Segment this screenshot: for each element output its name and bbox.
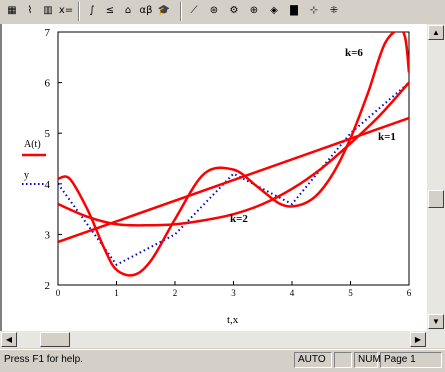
evaluation-toolbar-icon[interactable]: x= [58, 3, 74, 19]
vertical-scrollbar[interactable]: ▲ ▼ [427, 24, 445, 331]
surface-plot-icon[interactable]: ⚙ [226, 3, 242, 19]
curve-label-k2: k=2 [230, 213, 248, 225]
data-points-series [58, 81, 409, 267]
calculus-toolbar-icon[interactable]: ∫ [84, 3, 100, 19]
plot-frame [57, 31, 410, 286]
curve-label-k1: k=1 [378, 131, 396, 143]
x-axis-label: t,x [227, 314, 239, 326]
fit-curve-k2 [58, 81, 409, 227]
contour-plot-icon[interactable]: ⊕ [246, 3, 262, 19]
status-pane-num: NUM [354, 352, 381, 368]
x-tick-label: 6 [407, 288, 412, 298]
legend-label-y: y [24, 170, 29, 181]
y-tick-label: 3 [45, 229, 51, 241]
scroll-down-button[interactable]: ▼ [428, 314, 444, 329]
status-pane-blank [334, 352, 352, 368]
programming-toolbar-icon[interactable]: ⌂ [120, 3, 136, 19]
scroll-up-button[interactable]: ▲ [428, 25, 444, 40]
y-tick-label: 5 [45, 128, 51, 140]
3d-scatter-icon[interactable]: ◈ [266, 3, 282, 19]
status-help-text: Press F1 for help. [4, 354, 83, 365]
scroll-right-button[interactable]: ▶ [410, 332, 426, 347]
y-tick-label: 2 [45, 280, 51, 292]
xy-plot-icon[interactable]: ⟋ [186, 3, 202, 19]
vector-field-icon[interactable]: ⊹ [306, 3, 322, 19]
legend-label-a: A(t) [24, 139, 41, 150]
worksheet-area[interactable]: 0 1 2 3 4 5 6 2 3 4 5 6 7 A(t) y t,x k=6 k=1 k=2 [0, 24, 427, 331]
math-toolbar: ▦ ⌇ ▥ x= ∫ ≤ ⌂ αβ 🎓 ⟋ ⊛ ⚙ ⊕ ◈ ▇ ⊹ ⁜ [0, 0, 445, 25]
xy-plot[interactable]: 0 1 2 3 4 5 6 2 3 4 5 6 7 A(t) y t,x k=6 k=1 k=2 [2, 24, 427, 331]
y-tick-label: 4 [45, 179, 51, 191]
greek-toolbar-icon[interactable]: αβ [138, 3, 154, 19]
x-tick-label: 4 [290, 288, 295, 298]
y-tick-label: 6 [45, 78, 51, 90]
graph-toolbar-icon[interactable]: ⌇ [22, 3, 38, 19]
x-tick-label: 0 [56, 288, 61, 298]
x-tick-label: 3 [231, 288, 236, 298]
x-tick-label: 1 [114, 288, 119, 298]
toolbar-separator [78, 2, 80, 21]
x-tick-label: 5 [348, 288, 353, 298]
horizontal-scrollbar[interactable]: ◀ ▶ [0, 331, 445, 348]
3d-bar-icon[interactable]: ▇ [286, 3, 302, 19]
x-tick-label: 2 [173, 288, 178, 298]
horizontal-scroll-thumb[interactable] [40, 332, 70, 347]
fit-curve-k6 [58, 32, 409, 277]
matrix-toolbar-icon[interactable]: ▥ [40, 3, 56, 19]
status-pane-mode: AUTO [294, 352, 332, 368]
vertical-scroll-thumb[interactable] [428, 190, 444, 208]
calculator-toolbar-icon[interactable]: ▦ [4, 3, 20, 19]
status-bar: Press F1 for help. AUTO NUM Page 1 [0, 349, 445, 372]
curve-label-k6: k=6 [345, 47, 363, 59]
scroll-left-button[interactable]: ◀ [1, 332, 17, 347]
plot-wizard-icon[interactable]: ⁜ [326, 3, 342, 19]
polar-plot-icon[interactable]: ⊛ [206, 3, 222, 19]
boolean-toolbar-icon[interactable]: ≤ [102, 3, 118, 19]
toolbar-separator [180, 2, 182, 21]
symbolic-toolbar-icon[interactable]: 🎓 [156, 3, 172, 19]
status-pane-page: Page 1 [380, 352, 442, 368]
y-tick-label: 7 [45, 27, 51, 39]
